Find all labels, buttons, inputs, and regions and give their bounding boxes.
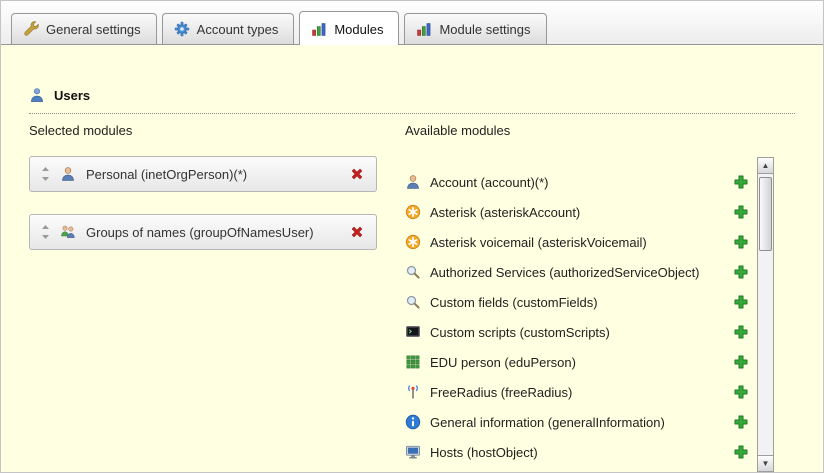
module-label: Account (account)(*)	[430, 175, 724, 190]
module-label: Custom scripts (customScripts)	[430, 325, 724, 340]
module-label: Asterisk (asteriskAccount)	[430, 205, 724, 220]
available-module-row: FreeRadius (freeRadius)	[405, 377, 757, 407]
module-label: Personal (inetOrgPerson)(*)	[86, 167, 339, 182]
module-label: Custom fields (customFields)	[430, 295, 724, 310]
arrow-up-icon: ▲	[762, 161, 770, 170]
available-list-scrollbar[interactable]: ▲ ▼	[757, 157, 774, 472]
add-module-button[interactable]	[733, 264, 749, 280]
add-module-button[interactable]	[733, 324, 749, 340]
available-module-row: Authorized Services (authorizedServiceOb…	[405, 257, 757, 287]
wrench-icon	[23, 21, 39, 37]
magnifier-icon	[405, 294, 421, 310]
module-label: FreeRadius (freeRadius)	[430, 385, 724, 400]
arrow-down-icon: ▼	[762, 459, 770, 468]
add-module-button[interactable]	[733, 294, 749, 310]
scrollbar-thumb[interactable]	[759, 177, 772, 251]
user-icon	[29, 87, 45, 103]
add-module-button[interactable]	[733, 204, 749, 220]
selected-module-row[interactable]: Groups of names (groupOfNamesUser)	[29, 214, 377, 250]
module-label: EDU person (eduPerson)	[430, 355, 724, 370]
add-module-button[interactable]	[733, 414, 749, 430]
group-icon	[60, 224, 76, 240]
modules-icon	[416, 21, 432, 37]
person-icon	[405, 174, 421, 190]
modules-config-window: General settings Account types Modules M…	[0, 0, 824, 473]
asterisk-icon	[405, 204, 421, 220]
info-icon	[405, 414, 421, 430]
tab-bar: General settings Account types Modules M…	[1, 1, 823, 45]
drag-handle-icon[interactable]	[41, 167, 50, 181]
tab-module-settings[interactable]: Module settings	[404, 13, 546, 44]
remove-module-button[interactable]	[349, 166, 365, 182]
module-label: Asterisk voicemail (asteriskVoicemail)	[430, 235, 724, 250]
person-icon	[60, 166, 76, 182]
scroll-down-button[interactable]: ▼	[758, 455, 773, 471]
antenna-icon	[405, 384, 421, 400]
available-module-row: Asterisk (asteriskAccount)	[405, 197, 757, 227]
module-label: Hosts (hostObject)	[430, 445, 724, 460]
section-header: Users	[29, 87, 90, 103]
module-label: Authorized Services (authorizedServiceOb…	[430, 265, 724, 280]
add-module-button[interactable]	[733, 354, 749, 370]
gear-icon	[174, 21, 190, 37]
add-module-button[interactable]	[733, 174, 749, 190]
tab-panel-modules: Users Selected modules Available modules…	[1, 45, 823, 472]
selected-modules-list: Personal (inetOrgPerson)(*) Groups of na…	[29, 156, 377, 272]
section-divider	[29, 113, 795, 114]
magnifier-icon	[405, 264, 421, 280]
selected-module-row[interactable]: Personal (inetOrgPerson)(*)	[29, 156, 377, 192]
tab-account-types[interactable]: Account types	[162, 13, 295, 44]
page-title: Users	[54, 88, 90, 103]
tab-label: Module settings	[439, 22, 530, 37]
available-module-row: Hosts (hostObject)	[405, 437, 757, 467]
available-module-row: Custom scripts (customScripts)	[405, 317, 757, 347]
asterisk-icon	[405, 234, 421, 250]
add-module-button[interactable]	[733, 444, 749, 460]
add-module-button[interactable]	[733, 384, 749, 400]
available-module-row: Account (account)(*)	[405, 167, 757, 197]
terminal-icon	[405, 324, 421, 340]
grid-icon	[405, 354, 421, 370]
tab-label: General settings	[46, 22, 141, 37]
scroll-up-button[interactable]: ▲	[758, 158, 773, 174]
available-modules-list: Account (account)(*) Asterisk (asteriskA…	[405, 167, 757, 472]
module-label: General information (generalInformation)	[430, 415, 724, 430]
remove-module-button[interactable]	[349, 224, 365, 240]
modules-icon	[311, 21, 327, 37]
tab-general-settings[interactable]: General settings	[11, 13, 157, 44]
tab-label: Modules	[334, 22, 383, 37]
drag-handle-icon[interactable]	[41, 225, 50, 239]
available-modules-heading: Available modules	[405, 123, 510, 138]
computer-icon	[405, 444, 421, 460]
module-label: Groups of names (groupOfNamesUser)	[86, 225, 339, 240]
selected-modules-heading: Selected modules	[29, 123, 132, 138]
available-module-row: Custom fields (customFields)	[405, 287, 757, 317]
tab-modules[interactable]: Modules	[299, 11, 399, 45]
add-module-button[interactable]	[733, 234, 749, 250]
available-module-row: Asterisk voicemail (asteriskVoicemail)	[405, 227, 757, 257]
tab-label: Account types	[197, 22, 279, 37]
available-module-row: General information (generalInformation)	[405, 407, 757, 437]
available-module-row: EDU person (eduPerson)	[405, 347, 757, 377]
